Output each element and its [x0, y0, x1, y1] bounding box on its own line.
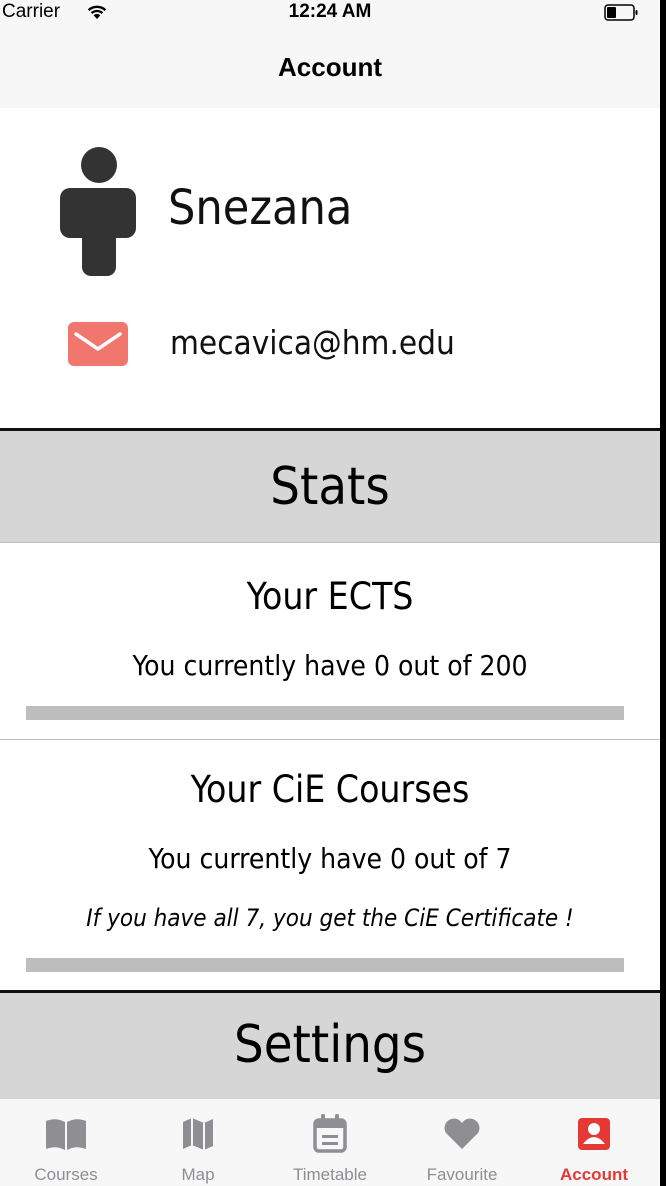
ects-title: Your ECTS — [246, 575, 414, 618]
status-time: 12:24 AM — [288, 1, 372, 22]
ects-text: You currently have 0 out of 200 — [132, 649, 528, 682]
cie-card: Your CiE Courses You currently have 0 ou… — [0, 740, 660, 990]
tab-label: Map — [181, 1165, 215, 1184]
tab-label: Favourite — [426, 1165, 498, 1184]
tab-label: Account — [560, 1165, 628, 1184]
status-bar: Carrier 12:24 AM — [0, 0, 660, 24]
tab-map[interactable]: Map — [132, 1099, 264, 1186]
calendar-icon — [313, 1114, 347, 1153]
book-icon — [46, 1119, 86, 1150]
tab-account[interactable]: Account — [528, 1099, 660, 1186]
cie-title: Your CiE Courses — [190, 768, 470, 811]
stats-header-label: Stats — [270, 457, 390, 517]
user-email[interactable]: mecavica@hm.edu — [170, 323, 455, 362]
settings-header[interactable]: Settings — [0, 993, 660, 1098]
tab-label: Timetable — [292, 1165, 367, 1184]
settings-header-label: Settings — [234, 1015, 426, 1075]
map-icon — [183, 1118, 213, 1150]
tab-courses[interactable]: Courses — [0, 1099, 132, 1186]
profile-section: Snezana mecavica@hm.edu — [0, 108, 660, 428]
navigation-bar: Account — [0, 24, 660, 108]
app-screen: Carrier 12:24 AM Account Snezana mecavic… — [0, 0, 660, 1186]
tab-timetable[interactable]: Timetable — [264, 1099, 396, 1186]
cie-text: You currently have 0 out of 7 — [148, 842, 512, 875]
tab-label: Courses — [34, 1165, 98, 1184]
cie-certificate-note: If you have all 7, you get the CiE Certi… — [86, 904, 574, 932]
cie-progress-bar — [26, 958, 624, 972]
mail-icon[interactable] — [68, 322, 128, 366]
tab-bar: Courses Map Timetable Favourite Account — [0, 1098, 660, 1186]
tab-favourite[interactable]: Favourite — [396, 1099, 528, 1186]
person-icon — [60, 147, 136, 276]
page-title: Account — [278, 52, 382, 82]
account-icon — [578, 1118, 610, 1150]
battery-icon — [604, 4, 638, 21]
user-name: Snezana — [168, 180, 353, 236]
ects-progress-bar — [26, 706, 624, 720]
ects-card: Your ECTS You currently have 0 out of 20… — [0, 543, 660, 739]
stats-header: Stats — [0, 431, 660, 542]
heart-icon — [444, 1118, 480, 1149]
